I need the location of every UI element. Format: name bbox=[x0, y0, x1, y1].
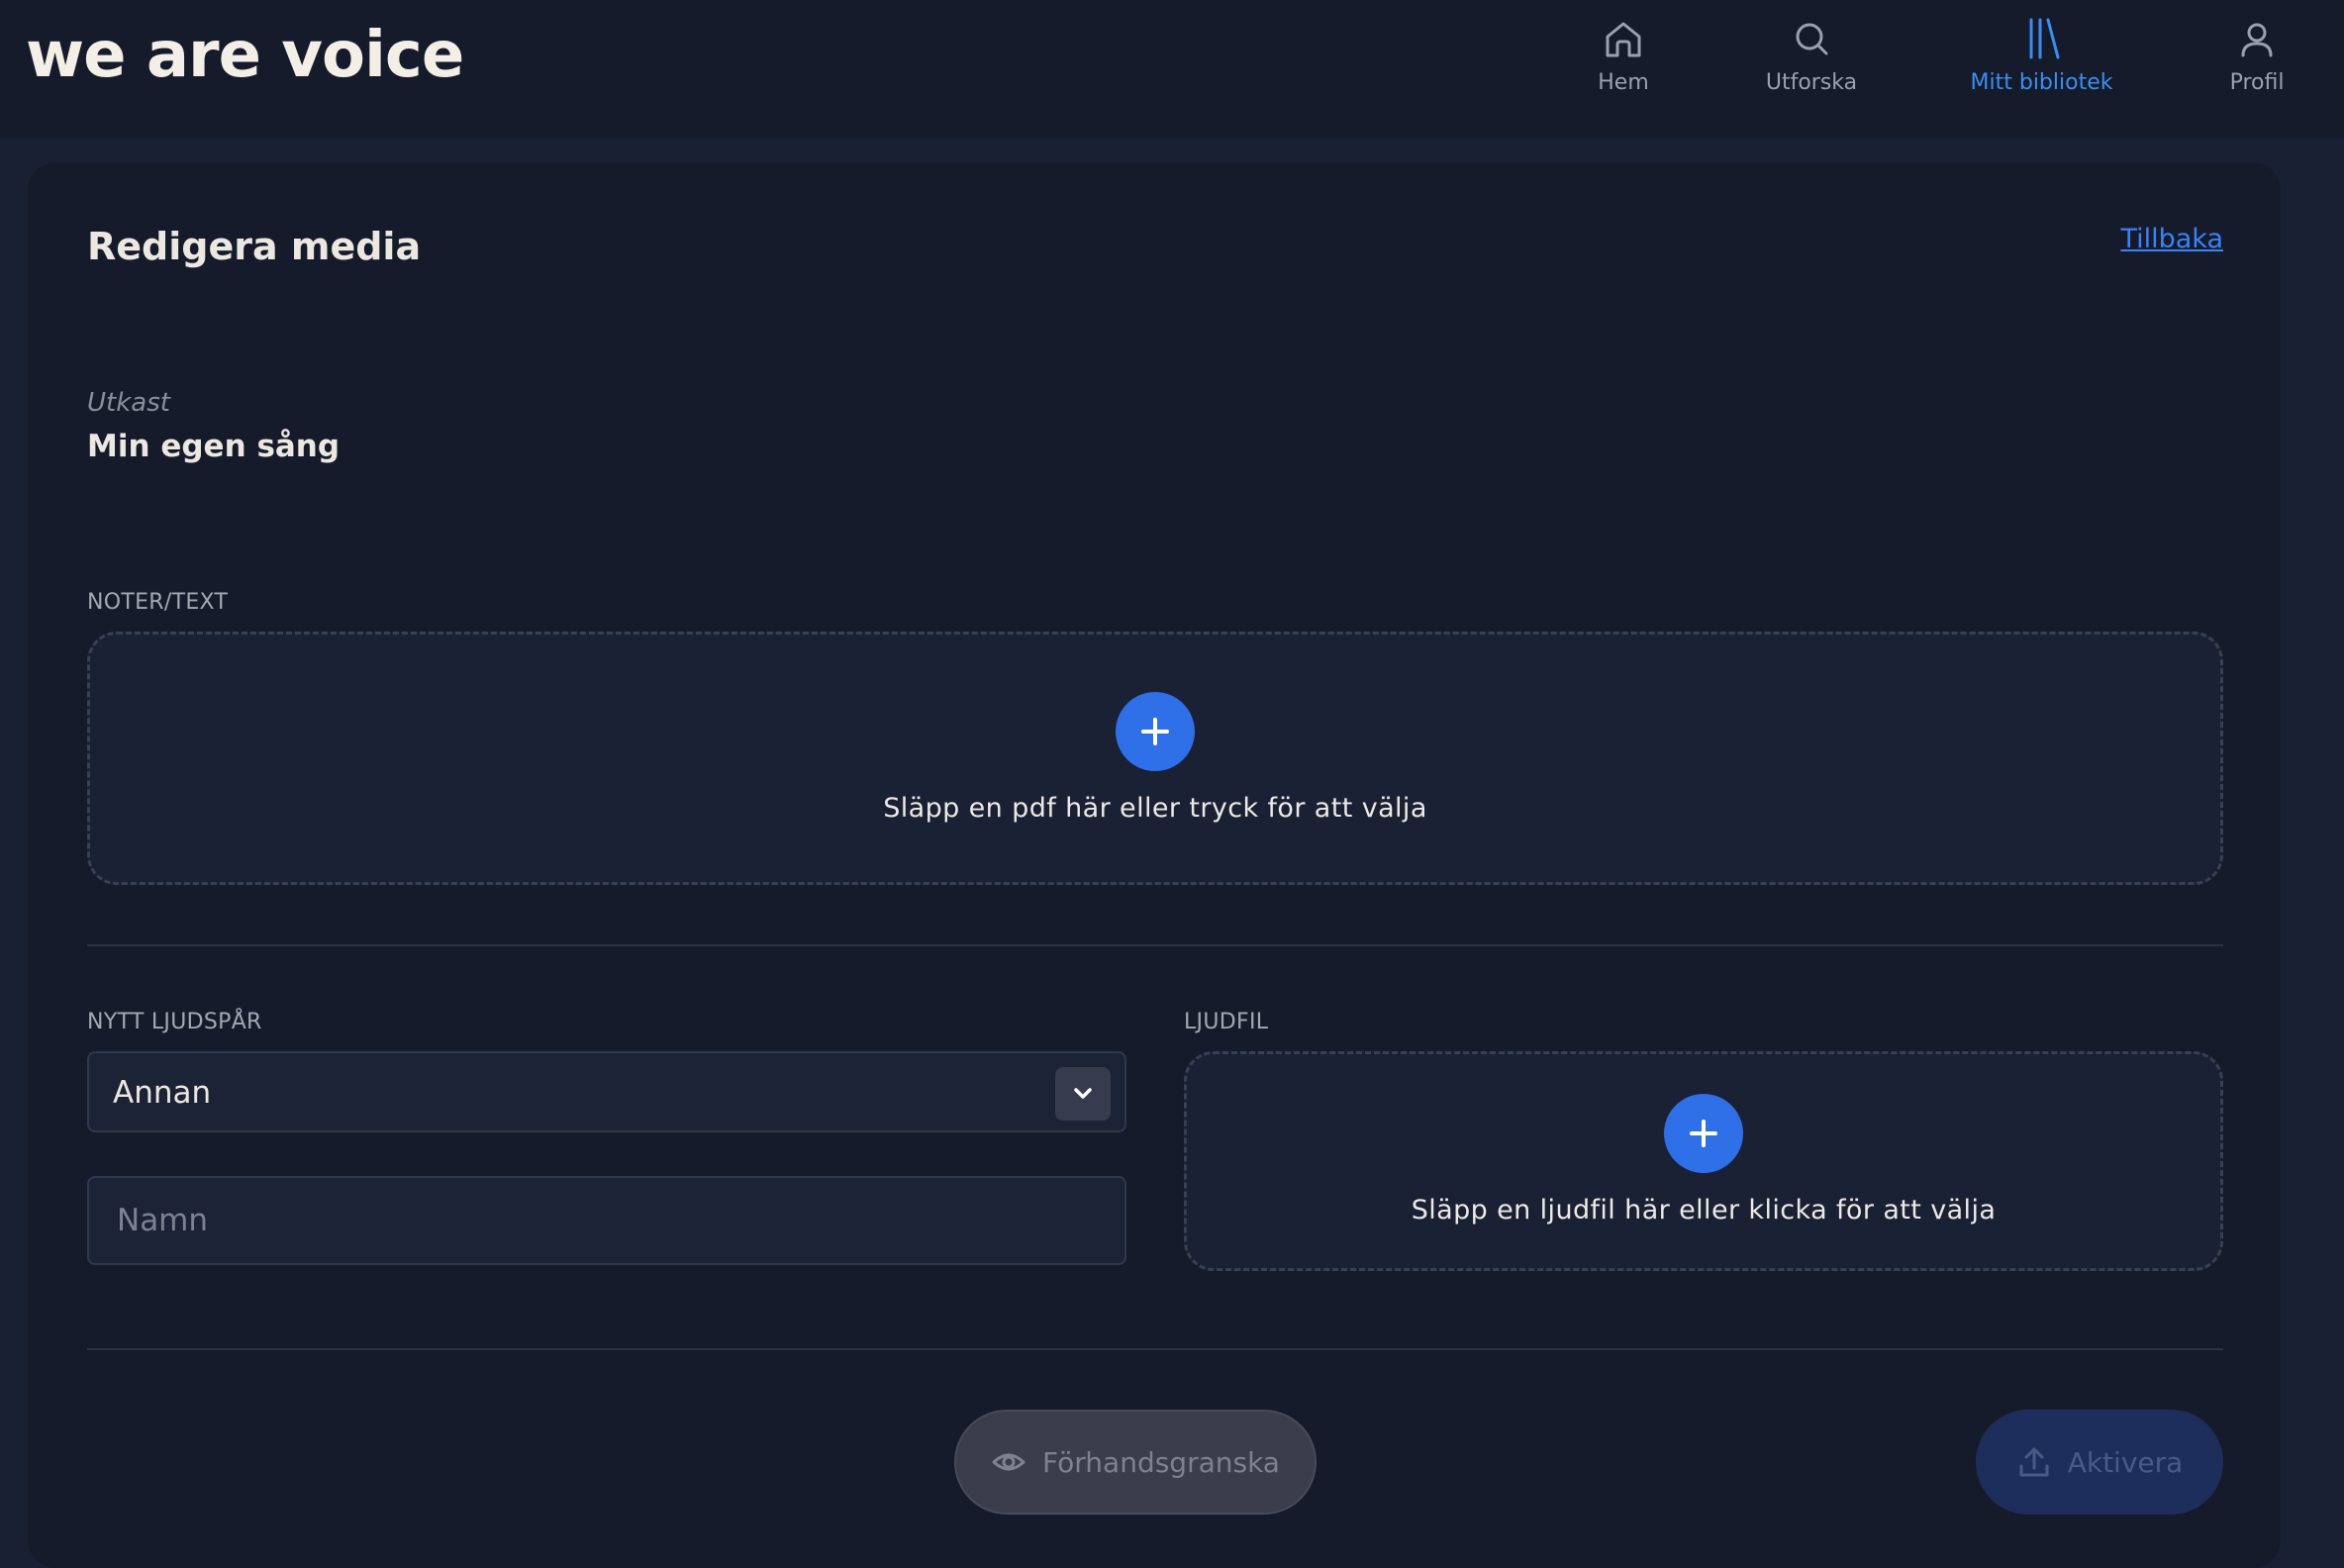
activate-button-label: Aktivera bbox=[2067, 1445, 2184, 1479]
audio-section-label: LJUDFIL bbox=[1184, 1010, 1269, 1034]
activate-button[interactable]: Aktivera bbox=[1976, 1410, 2223, 1515]
pdf-dropzone-text: Släpp en pdf här eller tryck för att väl… bbox=[883, 793, 1427, 824]
notes-section-label: NOTER/TEXT bbox=[87, 590, 229, 615]
audio-dropzone-text: Släpp en ljudfil här eller klicka för at… bbox=[1411, 1195, 1997, 1225]
pdf-dropzone[interactable]: Släpp en pdf här eller tryck för att väl… bbox=[87, 632, 2223, 885]
nav-label-library: Mitt bibliotek bbox=[1970, 70, 2113, 95]
back-link[interactable]: Tillbaka bbox=[2120, 222, 2223, 257]
eye-icon bbox=[992, 1453, 1026, 1471]
page-title: Redigera media bbox=[87, 225, 422, 268]
plus-icon bbox=[1690, 1120, 1717, 1147]
library-icon bbox=[2029, 18, 2059, 59]
track-type-select[interactable]: Annan bbox=[87, 1051, 1126, 1132]
logo[interactable]: we are voice bbox=[26, 20, 464, 91]
user-icon bbox=[2241, 23, 2273, 57]
nav-label-home: Hem bbox=[1598, 70, 1649, 95]
top-bar: we are voice Hem Utforska Mitt bibliotek… bbox=[0, 0, 2344, 139]
divider bbox=[87, 944, 2223, 946]
chevron-down-icon bbox=[1074, 1088, 1092, 1099]
divider bbox=[87, 1348, 2223, 1350]
nav-item-explore[interactable]: Utforska bbox=[1752, 0, 1871, 139]
status-label: Utkast bbox=[87, 388, 170, 418]
home-icon bbox=[1606, 22, 1641, 57]
add-pdf-button[interactable] bbox=[1116, 692, 1195, 771]
track-name-input[interactable] bbox=[87, 1176, 1126, 1265]
preview-button[interactable]: Förhandsgranska bbox=[954, 1410, 1317, 1515]
media-name: Min egen sång bbox=[87, 429, 341, 464]
preview-button-label: Förhandsgranska bbox=[1042, 1445, 1280, 1479]
audio-dropzone[interactable]: Släpp en ljudfil här eller klicka för at… bbox=[1184, 1051, 2223, 1271]
select-toggle[interactable] bbox=[1055, 1067, 1111, 1121]
nav-item-library[interactable]: Mitt bibliotek bbox=[1960, 0, 2123, 139]
nav-item-profile[interactable]: Profil bbox=[2217, 0, 2296, 139]
plus-icon bbox=[1141, 718, 1169, 745]
track-section-label: NYTT LJUDSPÅR bbox=[87, 1010, 262, 1034]
nav-label-profile: Profil bbox=[2229, 70, 2285, 95]
track-type-value: Annan bbox=[113, 1075, 212, 1111]
add-audio-button[interactable] bbox=[1664, 1094, 1743, 1173]
search-icon bbox=[1796, 23, 1828, 55]
nav-item-home[interactable]: Hem bbox=[1584, 0, 1663, 139]
nav-label-explore: Utforska bbox=[1765, 70, 1858, 95]
upload-icon bbox=[2019, 1447, 2049, 1477]
edit-media-card: Redigera media Tillbaka Utkast Min egen … bbox=[28, 162, 2281, 1568]
